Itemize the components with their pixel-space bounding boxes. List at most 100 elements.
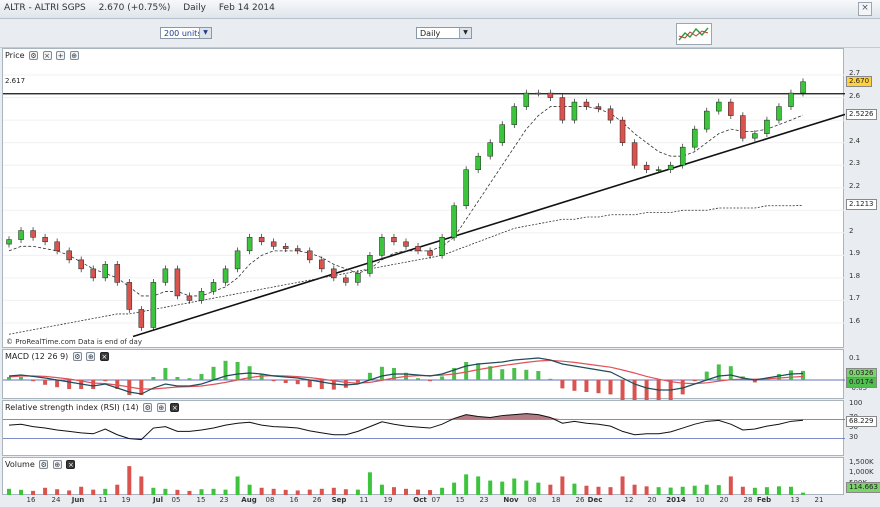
volume-pane[interactable]: Volume ⚙ ⊕ × [2, 457, 844, 495]
macd-histogram-bar [440, 376, 445, 380]
date-tick-label: 16 [26, 496, 36, 504]
date-tick-label: Aug [241, 496, 257, 504]
add-indicator-icon[interactable]: + [56, 51, 66, 60]
axis-tick-label: 1.6 [849, 316, 861, 325]
volume-bar [716, 485, 721, 495]
volume-bar [476, 476, 481, 495]
volume-bar [488, 480, 493, 495]
price-pane[interactable]: Price ⚙ × + ⊕ 2.617 © ProRealTime.com Da… [2, 48, 845, 348]
volume-bar [151, 487, 156, 495]
macd-chart [3, 357, 845, 400]
rsi-pane[interactable]: Relative strength index (RSI) (14) ⚙ ⊕ × [2, 400, 845, 456]
macd-histogram-bar [524, 369, 529, 380]
axis-tick-label: 1.8 [849, 271, 861, 280]
price-candle [391, 237, 397, 243]
volume-bar [500, 481, 505, 495]
price-candle [18, 230, 24, 240]
price-candle [282, 246, 289, 249]
macd-pane[interactable]: MACD (12 26 9) ⚙ ⊕ × [2, 349, 845, 400]
date-tick-label: 07 [431, 496, 441, 504]
last-price-tag: 2.670 [846, 75, 873, 87]
zoom-icon[interactable]: ⊕ [86, 352, 96, 361]
volume-bar [43, 487, 48, 495]
volume-bar [536, 482, 541, 495]
macd-histogram-bar [271, 380, 276, 382]
price-candle [234, 250, 241, 270]
price-candle [379, 237, 385, 256]
macd-histogram-bar [512, 368, 517, 380]
units-select[interactable]: 200 units ▼ [160, 27, 212, 39]
volume-bar [440, 487, 445, 495]
date-tick-label: 18 [551, 496, 561, 504]
price-candle [788, 92, 794, 107]
price-candle [535, 92, 542, 95]
price-candle [728, 101, 734, 116]
chevron-down-icon: ▼ [199, 28, 211, 38]
price-candle [270, 241, 277, 247]
rsi-pane-label: Relative strength index (RSI) (14) [5, 403, 139, 412]
axis-tick-label: 2 [849, 226, 854, 235]
macd-histogram-bar [307, 380, 312, 388]
price-candle [403, 241, 409, 247]
wrench-icon[interactable]: ⚙ [143, 403, 153, 412]
volume-bar [235, 476, 240, 495]
volume-bar [752, 487, 757, 495]
date-tick-label: 23 [219, 496, 229, 504]
price-candle [367, 255, 373, 274]
date-tick-label: 19 [121, 496, 131, 504]
wrench-icon[interactable]: ⚙ [72, 352, 82, 361]
zoom-icon[interactable]: ⊕ [156, 403, 166, 412]
price-candle [198, 291, 205, 301]
price-candle [463, 169, 469, 207]
period-select[interactable]: Daily ▼ [416, 27, 472, 39]
volume-bar [139, 476, 144, 495]
volume-bar [259, 487, 264, 495]
price-candle [114, 264, 121, 283]
macd-histogram-bar [548, 378, 553, 380]
chart-style-button[interactable] [676, 23, 712, 45]
close-icon[interactable]: × [858, 2, 872, 16]
ma-long-tag: 2.1213 [846, 199, 877, 211]
date-tick-label: 26 [312, 496, 322, 504]
price-candle [42, 237, 48, 243]
close-icon[interactable]: × [99, 352, 109, 361]
volume-bar [668, 487, 673, 495]
zoom-icon[interactable]: ⊕ [69, 51, 79, 60]
volume-bar [247, 484, 252, 495]
price-candle [78, 259, 84, 270]
rsi-pane-header: Relative strength index (RSI) (14) ⚙ ⊕ × [5, 402, 180, 413]
volume-bar [512, 478, 517, 495]
close-icon[interactable]: × [42, 51, 52, 60]
window-titlebar: ALTR - ALTRI SGPS 2.670 (+0.75%) Daily F… [0, 0, 880, 19]
wrench-icon[interactable]: ⚙ [39, 460, 49, 469]
macd-histogram-bar [476, 363, 481, 380]
price-candle [511, 106, 518, 125]
macd-histogram-bar [175, 377, 180, 380]
hline-label: 2.617 [5, 77, 26, 85]
macd-tag-b: 0.0174 [846, 377, 877, 388]
price-candle [427, 250, 433, 256]
zoom-icon[interactable]: ⊕ [52, 460, 62, 469]
price-candle [523, 92, 530, 107]
price-candle [679, 146, 686, 166]
date-tick-label: Jun [71, 496, 85, 504]
price-candle [174, 268, 181, 297]
date-label: Feb 14 2014 [218, 3, 275, 13]
price-candle [54, 241, 60, 252]
price-candle [800, 81, 806, 94]
date-tick-label: 08 [265, 496, 275, 504]
close-icon[interactable]: × [170, 403, 180, 412]
close-icon[interactable]: × [66, 460, 76, 469]
date-tick-label: 28 [743, 496, 753, 504]
macd-histogram-bar [644, 380, 649, 400]
price-candle [559, 97, 566, 121]
price-candle [6, 239, 12, 245]
macd-histogram-bar [163, 368, 168, 380]
macd-histogram-bar [235, 362, 240, 380]
date-tick-label: 12 [624, 496, 634, 504]
symbol-name: ALTR - ALTRI SGPS [4, 3, 86, 13]
macd-histogram-bar [788, 370, 793, 380]
wrench-icon[interactable]: ⚙ [29, 51, 39, 60]
volume-bar [560, 476, 565, 495]
volume-bar [596, 486, 601, 495]
